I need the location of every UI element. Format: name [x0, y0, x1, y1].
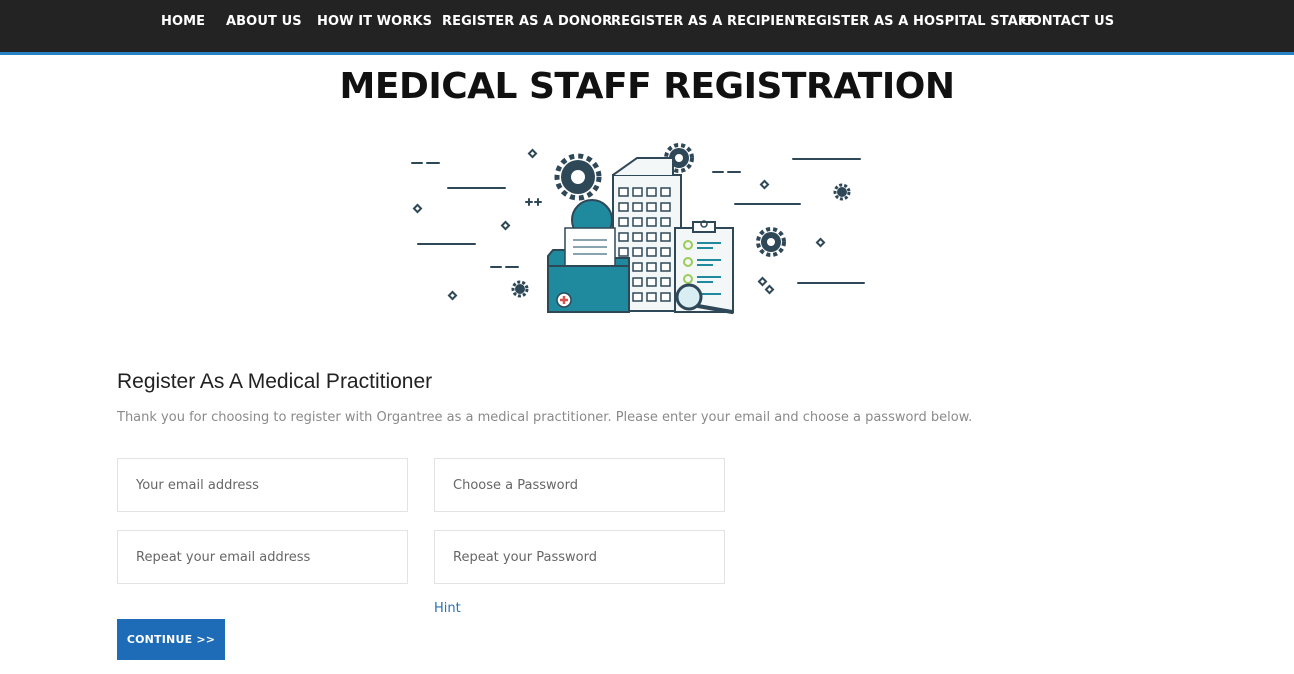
top-navigation-bar: HOME ABOUT US HOW IT WORKS REGISTER AS A…: [0, 0, 1294, 55]
nav-register-hospital-staff[interactable]: REGISTER AS A HOSPITAL STAFF: [797, 14, 1036, 29]
nav-how-it-works[interactable]: HOW IT WORKS: [317, 14, 432, 29]
repeat-email-field[interactable]: [117, 530, 408, 584]
continue-button[interactable]: CONTINUE >>: [117, 619, 225, 660]
password-hint-link[interactable]: Hint: [434, 601, 461, 616]
nav-home[interactable]: HOME: [161, 14, 205, 29]
password-field[interactable]: [434, 458, 725, 512]
page-title: MEDICAL STAFF REGISTRATION: [339, 66, 955, 107]
nav-register-donor[interactable]: REGISTER AS A DONOR: [442, 14, 612, 29]
medical-office-illustration-icon: [405, 140, 870, 320]
main-menu: HOME ABOUT US HOW IT WORKS REGISTER AS A…: [0, 0, 1294, 52]
repeat-password-field[interactable]: [434, 530, 725, 584]
nav-register-recipient[interactable]: REGISTER AS A RECIPIENT: [611, 14, 804, 29]
nav-contact-us[interactable]: CONTACT US: [1021, 14, 1114, 29]
email-field[interactable]: [117, 458, 408, 512]
form-intro-text: Thank you for choosing to register with …: [117, 410, 973, 425]
form-heading: Register As A Medical Practitioner: [117, 370, 433, 393]
nav-about-us[interactable]: ABOUT US: [226, 14, 302, 29]
